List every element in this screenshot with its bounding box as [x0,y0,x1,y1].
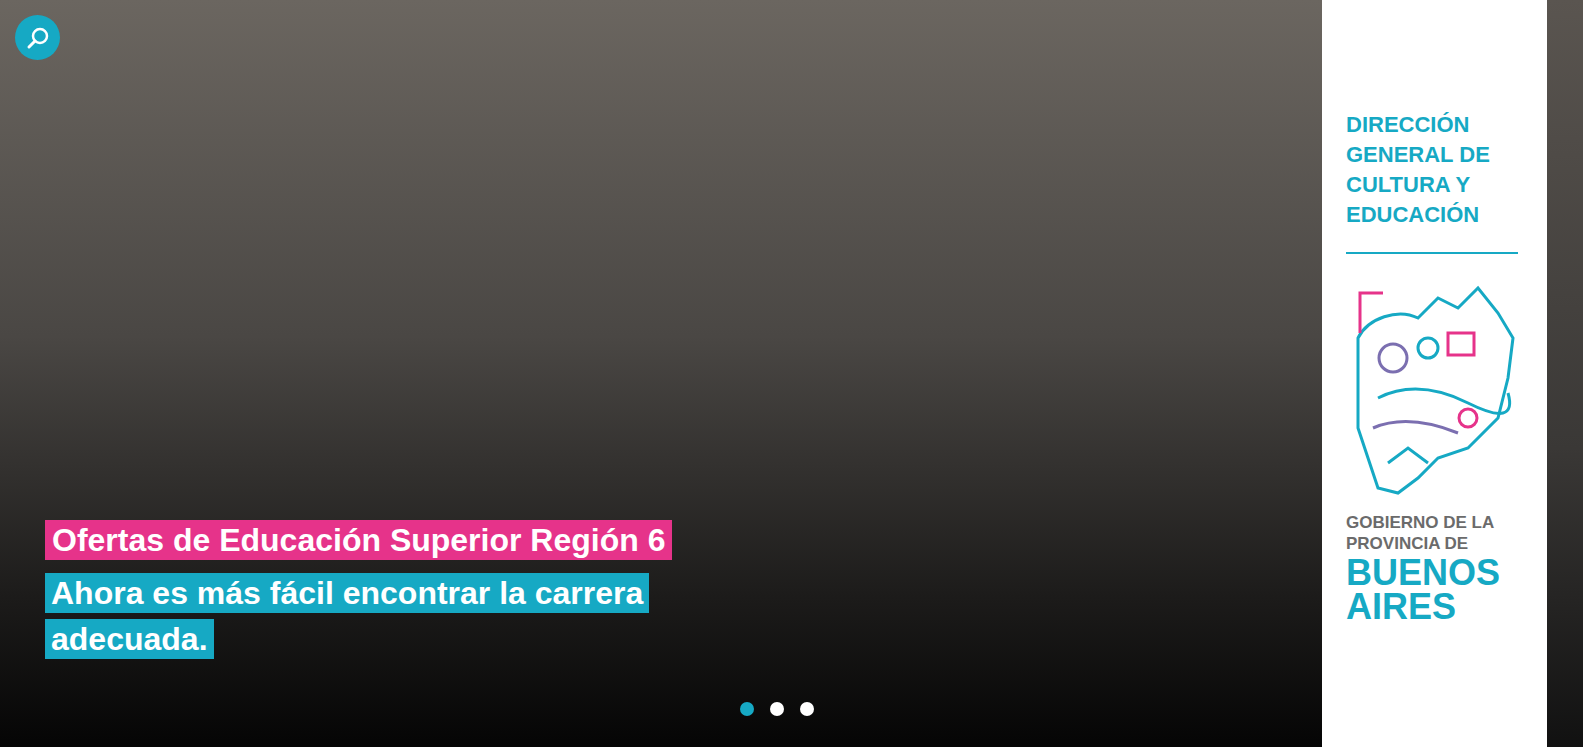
brand-heading-line: GENERAL DE [1346,140,1535,170]
brand-heading-line: EDUCACIÓN [1346,200,1535,230]
hero-slide-edge [1547,0,1583,747]
carousel-dot[interactable] [770,702,784,716]
carousel-dot[interactable] [800,702,814,716]
hero-title: Ofertas de Educación Superior Región 6 [45,520,672,560]
government-line: PROVINCIA DE [1346,533,1535,554]
divider [1346,252,1518,254]
brand-heading-line: CULTURA Y [1346,170,1535,200]
brand-panel: DIRECCIÓNGENERAL DECULTURA YEDUCACIÓN GO… [1322,0,1547,747]
hero-subtitle: Ahora es más fácil encontrar la carrera … [45,573,649,659]
search-icon [25,25,51,51]
hero-title-row: Ofertas de Educación Superior Región 6 [45,516,790,564]
province-map-icon [1348,278,1520,500]
search-button[interactable] [15,15,60,60]
province-line: AIRES [1346,590,1535,624]
brand-heading-line: DIRECCIÓN [1346,110,1535,140]
hero-slide[interactable]: Ofertas de Educación Superior Región 6 Ah… [0,0,1322,747]
hero-subtitle-row: Ahora es más fácil encontrar la carrera … [45,570,785,662]
government-line: GOBIERNO DE LA [1346,512,1535,533]
province-line: BUENOS [1346,556,1535,590]
carousel-dot[interactable] [740,702,754,716]
